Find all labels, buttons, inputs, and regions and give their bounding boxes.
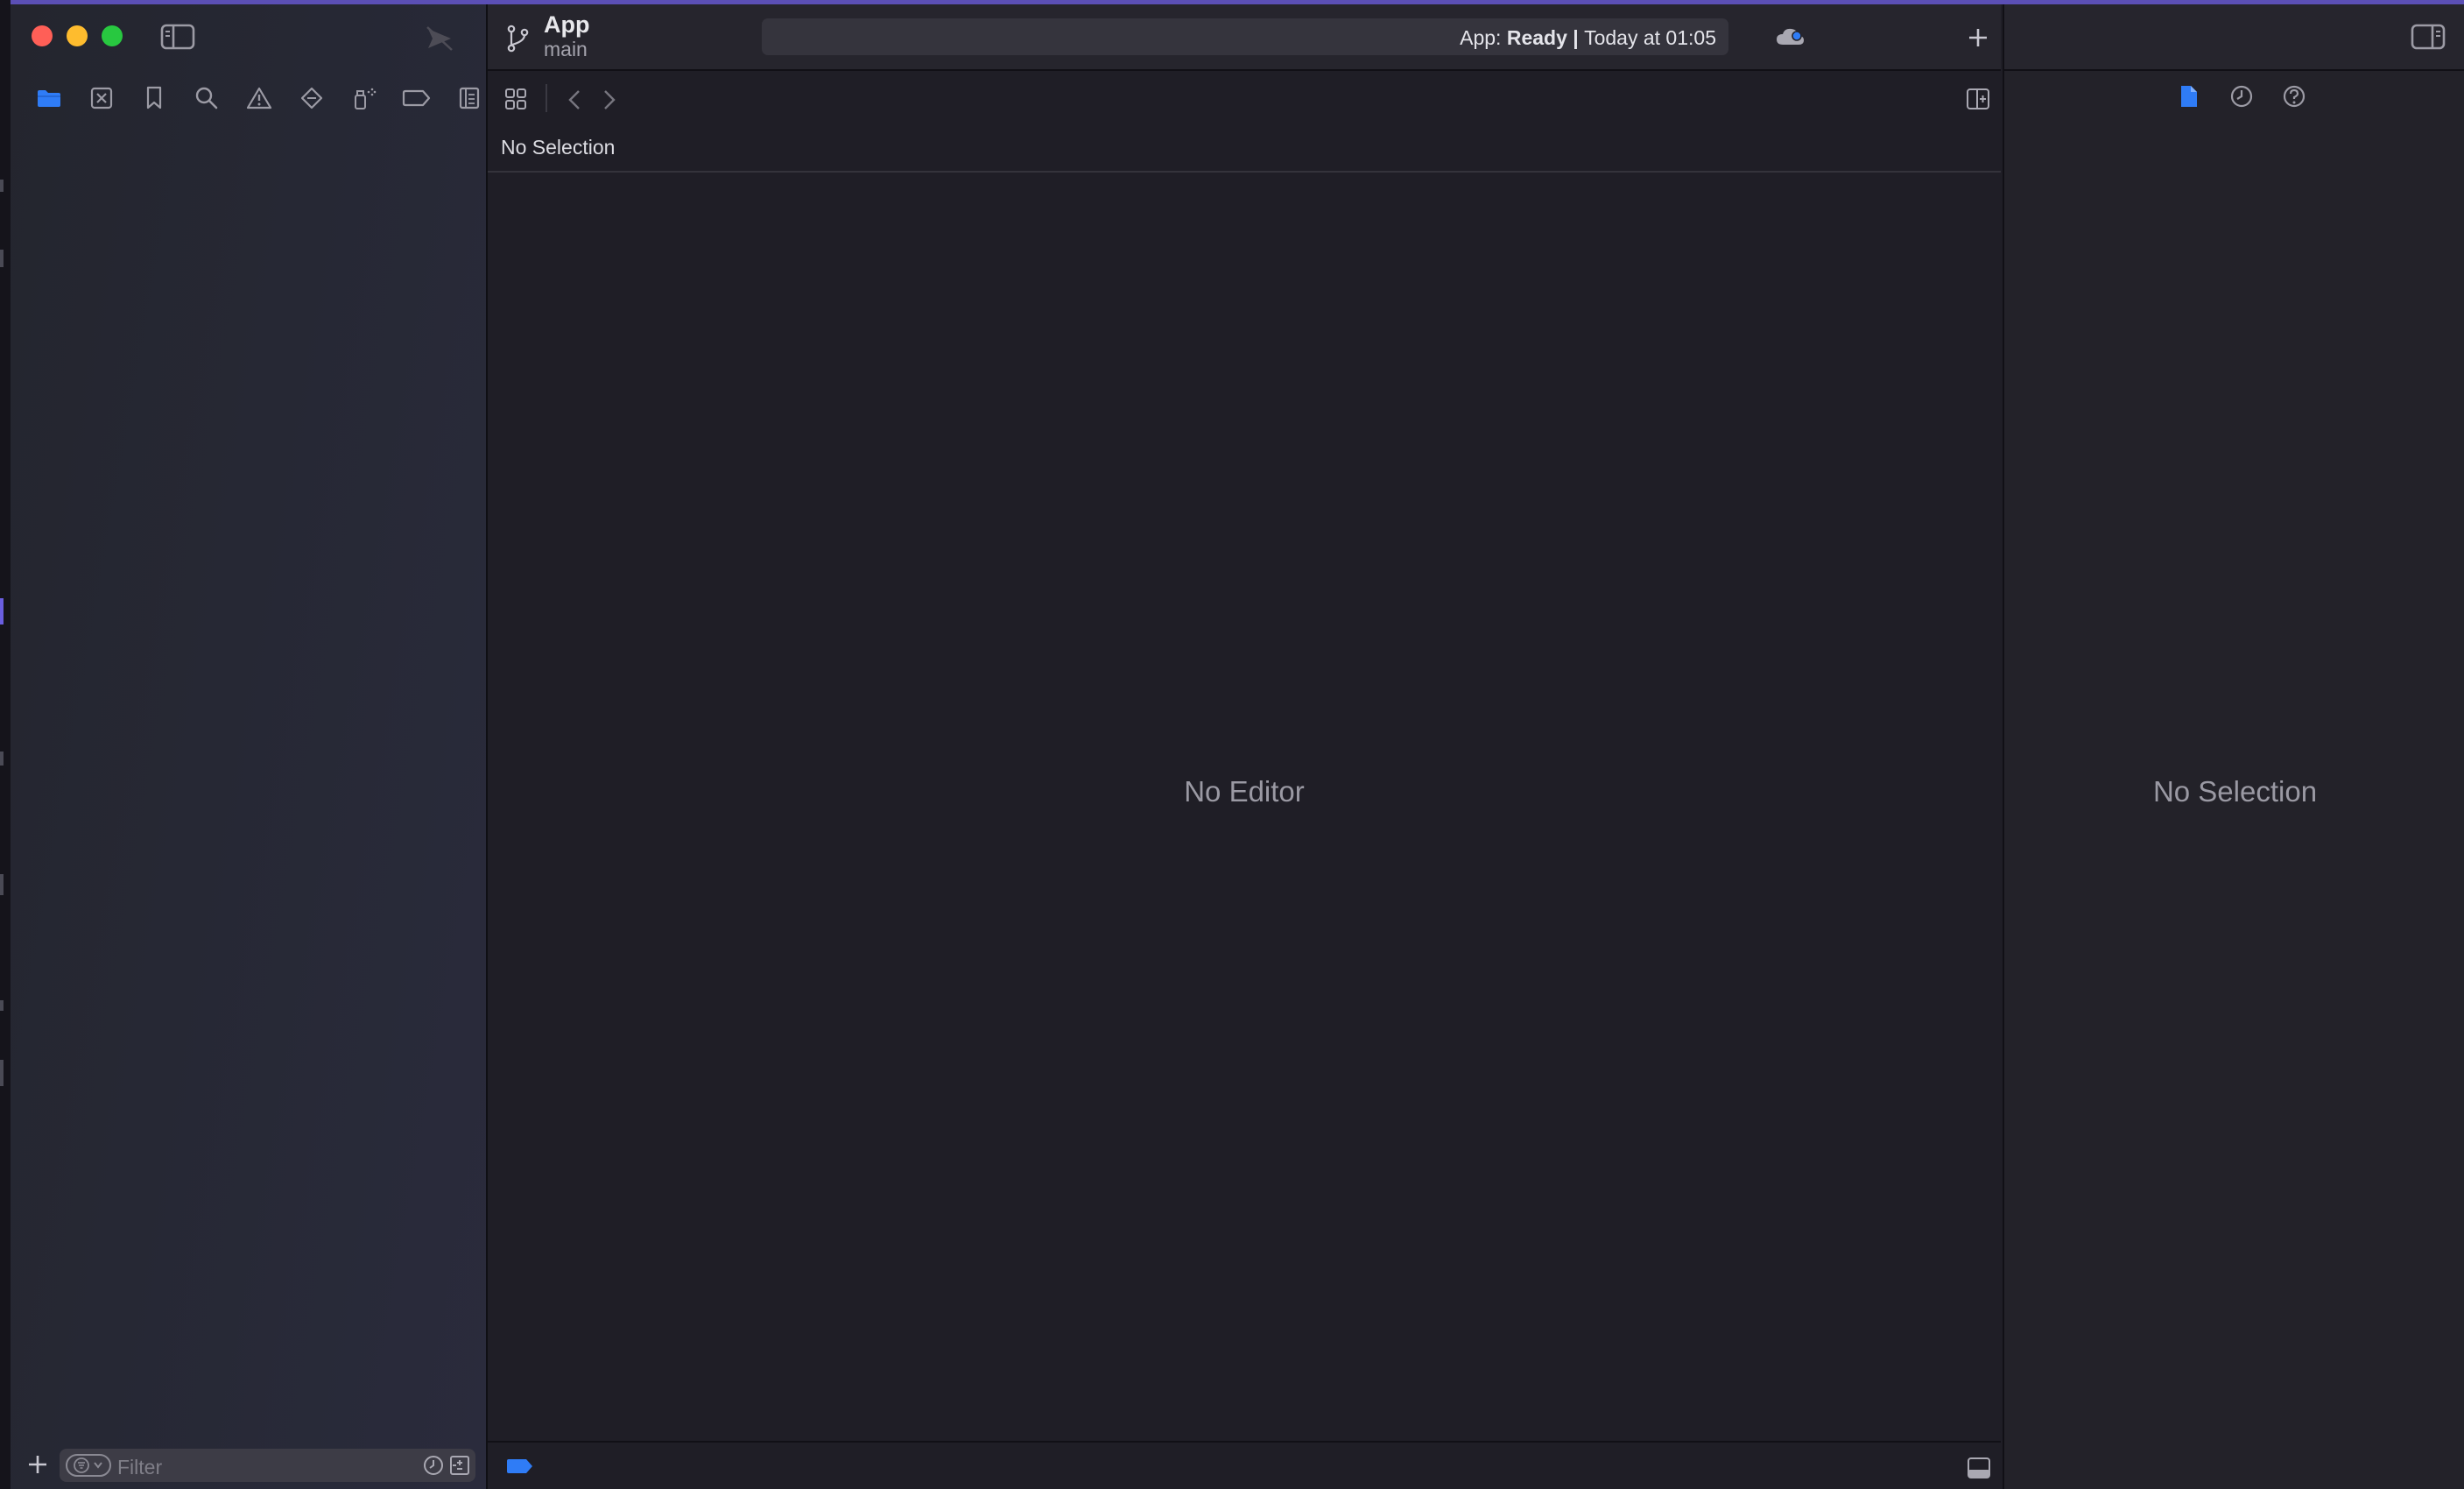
editor-jump-bar	[488, 71, 2001, 125]
sidebar-toggle-icon[interactable]	[160, 24, 195, 50]
add-editor-icon[interactable]	[1966, 88, 1990, 110]
diamond-icon	[299, 86, 324, 110]
source-control-filter-icon[interactable]	[449, 1455, 470, 1476]
run-disabled-icon	[425, 25, 454, 52]
xcode-window: Filter App main App: Ready | Today at 01…	[11, 4, 2464, 1489]
debug-navigator-tab[interactable]	[338, 80, 391, 116]
warning-icon	[246, 86, 272, 110]
project-navigator-tab[interactable]	[23, 80, 75, 116]
path-bar[interactable]: No Selection	[488, 125, 2001, 173]
path-bar-label: No Selection	[501, 136, 616, 159]
desktop-left-edge	[0, 0, 11, 1489]
find-navigator-tab[interactable]	[180, 80, 233, 116]
related-items-grid-icon[interactable]	[503, 87, 528, 111]
activity-status: App: Ready | Today at 01:05	[1460, 26, 1716, 50]
breakpoints-toggle-icon[interactable]	[505, 1457, 535, 1476]
forward-chevron-icon[interactable]	[602, 88, 617, 111]
bookmark-icon	[144, 85, 165, 111]
file-inspector-icon	[2179, 83, 2200, 109]
spray-icon	[351, 85, 377, 111]
history-inspector-tab[interactable]	[2223, 78, 2260, 115]
activity-time: Today at 01:05	[1584, 26, 1716, 49]
filter-placeholder: Filter	[117, 1456, 163, 1478]
debug-bar	[488, 1441, 2001, 1489]
debug-area-toggle-icon[interactable]	[1967, 1457, 1991, 1479]
navigator-tab-bar	[23, 80, 496, 116]
issue-navigator-tab[interactable]	[233, 80, 285, 116]
search-icon	[194, 86, 219, 110]
filter-options-icon[interactable]	[66, 1454, 111, 1477]
activity-separator: |	[1566, 26, 1585, 49]
navigator-panel: Filter	[11, 4, 488, 1489]
editor-area: App main App: Ready | Today at 01:05 No …	[488, 4, 2001, 1489]
recent-files-icon[interactable]	[423, 1455, 444, 1476]
breakpoint-icon	[402, 88, 432, 109]
breakpoint-navigator-tab[interactable]	[391, 80, 443, 116]
scheme-title: App	[544, 11, 590, 38]
activity-state: Ready	[1506, 26, 1567, 49]
minimize-button[interactable]	[67, 25, 88, 46]
bookmark-navigator-tab[interactable]	[128, 80, 180, 116]
inspector-tab-bar	[2171, 78, 2313, 115]
report-icon	[458, 86, 481, 110]
navigator-filter-bar: Filter	[11, 1441, 486, 1489]
toolbar: App main App: Ready | Today at 01:05	[488, 4, 2001, 71]
library-add-icon[interactable]	[1967, 26, 1989, 49]
folder-icon	[36, 88, 62, 109]
close-button[interactable]	[32, 25, 53, 46]
inspector-empty-label: No Selection	[2152, 775, 2318, 808]
source-control-navigator-tab[interactable]	[75, 80, 128, 116]
add-icon[interactable]	[26, 1453, 49, 1476]
scheme-branch: main	[544, 38, 588, 60]
help-inspector-icon	[2282, 84, 2306, 109]
branch-icon	[504, 24, 531, 53]
inspector-panel: No Selection	[2003, 4, 2464, 1489]
history-inspector-icon	[2229, 84, 2254, 109]
inspector-toolbar	[2004, 4, 2464, 71]
source-control-icon	[89, 86, 114, 110]
cloud-sync-icon[interactable]	[1775, 25, 1806, 49]
inspector-toggle-icon[interactable]	[2411, 24, 2446, 50]
help-inspector-tab[interactable]	[2276, 78, 2313, 115]
filter-input[interactable]: Filter	[60, 1449, 475, 1482]
activity-viewer[interactable]: App: Ready | Today at 01:05	[762, 18, 1728, 55]
zoom-button[interactable]	[102, 25, 123, 46]
no-editor-label: No Editor	[1184, 775, 1305, 808]
back-chevron-icon[interactable]	[567, 88, 582, 111]
file-inspector-tab[interactable]	[2171, 78, 2207, 115]
activity-app: App:	[1460, 26, 1507, 49]
test-navigator-tab[interactable]	[285, 80, 338, 116]
